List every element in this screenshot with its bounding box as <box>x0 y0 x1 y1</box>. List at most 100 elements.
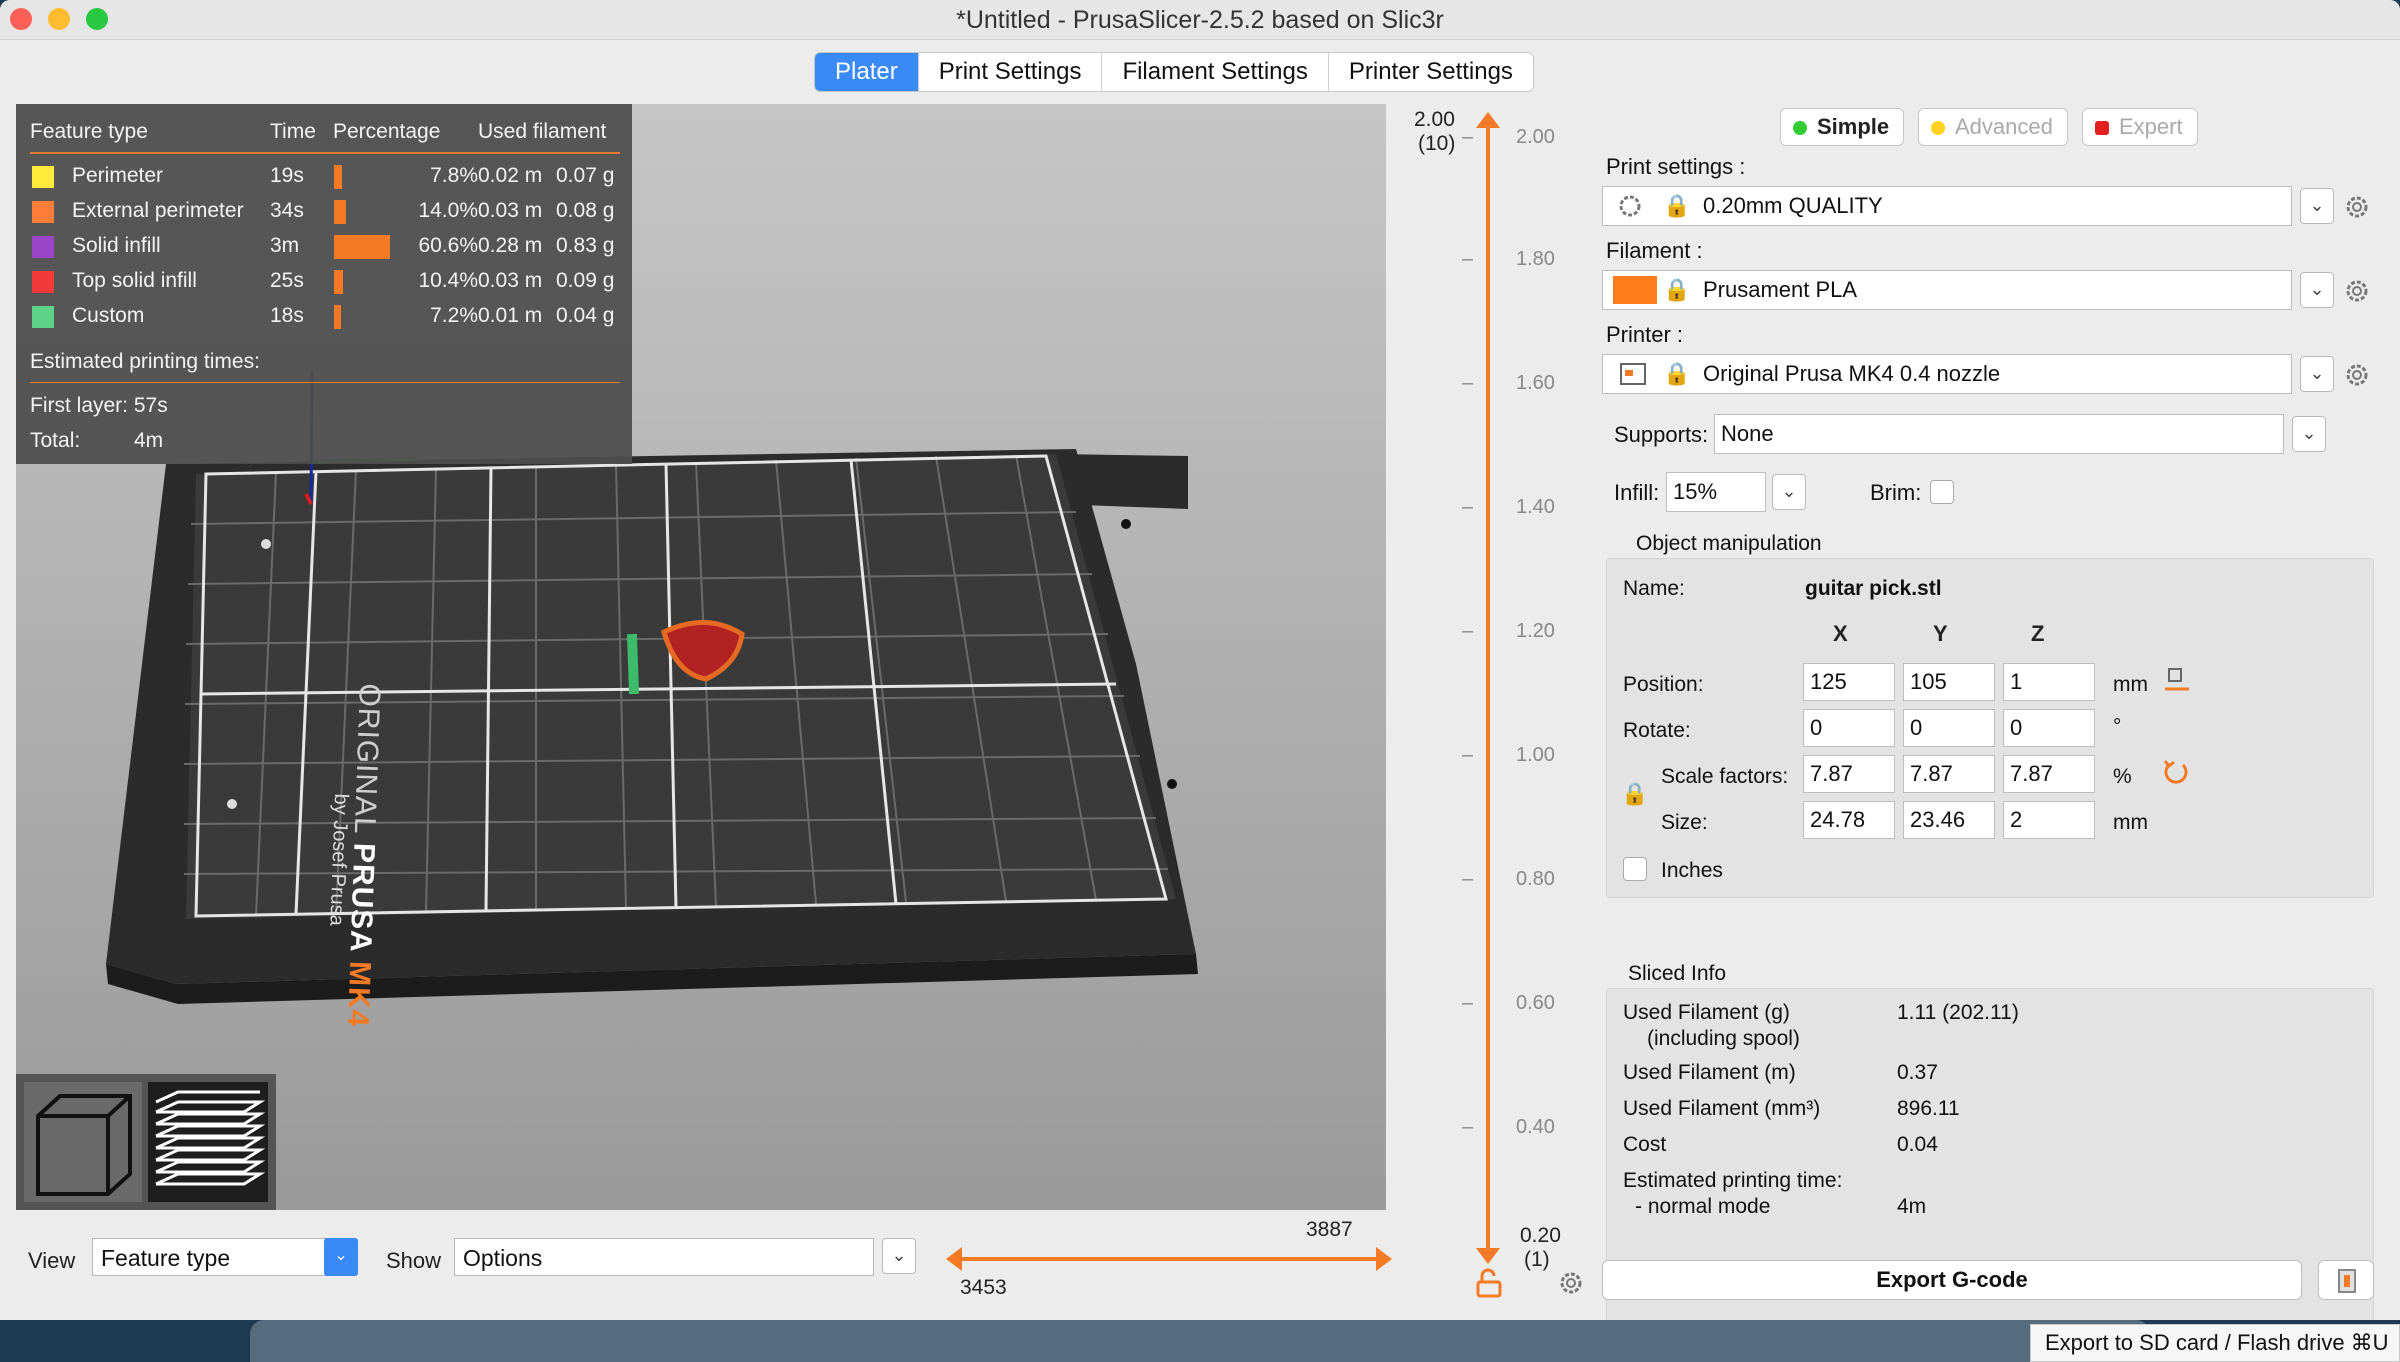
slider-bottom-handle[interactable] <box>1476 1248 1500 1264</box>
mode-advanced-label: Advanced <box>1955 114 2053 139</box>
total-time-label: Total: <box>30 429 81 452</box>
view-select[interactable]: Feature type <box>92 1238 342 1276</box>
inches-checkbox[interactable] <box>1623 857 1647 881</box>
position-z-input[interactable]: 1 <box>2003 663 2095 701</box>
tab-printer-settings[interactable]: Printer Settings <box>1327 53 1533 91</box>
drop-to-bed-icon[interactable] <box>2163 665 2191 693</box>
legend-feature-name: Custom <box>72 304 145 327</box>
export-sd-card-button[interactable] <box>2318 1260 2374 1300</box>
app-window: *Untitled - PrusaSlicer-2.5.2 based on S… <box>0 0 2400 1320</box>
legend-swatch <box>32 201 54 223</box>
filament-dropdown[interactable]: ⌄ <box>2300 272 2334 308</box>
legend-percentage-bar <box>334 200 346 224</box>
print-settings-dropdown[interactable]: ⌄ <box>2300 188 2334 224</box>
total-time-value: 4m <box>134 429 164 452</box>
slider-left-handle[interactable] <box>946 1247 962 1271</box>
brim-checkbox[interactable] <box>1930 480 1954 504</box>
estimated-times-label: Estimated printing times: <box>30 350 260 373</box>
title-bar: *Untitled - PrusaSlicer-2.5.2 based on S… <box>0 0 2400 40</box>
printer-select[interactable]: 🔒 Original Prusa MK4 0.4 nozzle <box>1602 354 2292 394</box>
layer-tick-label: 2.00 <box>1516 126 1555 148</box>
scale-lock-icon[interactable]: 🔒 <box>1621 781 1648 807</box>
gear-icon[interactable] <box>2344 362 2370 388</box>
layer-slider[interactable]: 2.00 (10) – 2.00 – 1.80 – 1.60 – 1.40 – … <box>1386 104 1596 1304</box>
scale-label: Scale factors: <box>1661 765 1789 788</box>
rotate-z-input[interactable]: 0 <box>2003 709 2095 747</box>
legend-used-g: 0.09 g <box>556 269 615 292</box>
tab-filament-settings[interactable]: Filament Settings <box>1101 53 1327 91</box>
show-options-select[interactable]: Options <box>454 1238 874 1276</box>
supports-dropdown[interactable]: ⌄ <box>2292 416 2326 452</box>
gear-icon[interactable] <box>2344 194 2370 220</box>
object-manipulation-group: Name: guitar pick.stl X Y Z Position: 12… <box>1606 558 2374 898</box>
reset-scale-icon[interactable] <box>2161 757 2191 787</box>
legend-time: 25s <box>270 269 304 292</box>
gear-icon[interactable] <box>2344 278 2370 304</box>
mode-advanced-button[interactable]: Advanced <box>1918 108 2068 146</box>
infill-dropdown[interactable]: ⌄ <box>1772 474 1806 510</box>
rotate-label: Rotate: <box>1623 719 1691 742</box>
gear-icon[interactable] <box>1558 1270 1584 1296</box>
size-x-input[interactable]: 24.78 <box>1803 801 1895 839</box>
preview-view-button[interactable] <box>148 1082 268 1202</box>
print-settings-label: Print settings : <box>1606 154 1746 179</box>
layer-tick: – <box>1462 620 1474 642</box>
legend-row: Perimeter 19s 7.8% 0.02 m 0.07 g <box>16 160 632 194</box>
rotate-x-input[interactable]: 0 <box>1803 709 1895 747</box>
estimated-time-label: Estimated printing time: <box>1623 1169 1843 1192</box>
filament-select[interactable]: 🔒 Prusament PLA <box>1602 270 2292 310</box>
legend-used-m: 0.03 m <box>478 199 543 222</box>
scale-x-input[interactable]: 7.87 <box>1803 755 1895 793</box>
layer-bottom-index: (1) <box>1524 1248 1550 1271</box>
3d-view-button[interactable] <box>24 1082 142 1202</box>
tab-print-settings[interactable]: Print Settings <box>917 53 1102 91</box>
position-y-input[interactable]: 105 <box>1903 663 1995 701</box>
slider-top-handle[interactable] <box>1476 112 1500 128</box>
used-filament-mm3-label: Used Filament (mm³) <box>1623 1097 1821 1120</box>
slider-track <box>1486 118 1490 1252</box>
mode-simple-dot <box>1793 121 1807 135</box>
unlock-icon[interactable] <box>1476 1268 1502 1298</box>
legend-header-time: Time <box>270 120 316 143</box>
scale-y-input[interactable]: 7.87 <box>1903 755 1995 793</box>
size-z-input[interactable]: 2 <box>2003 801 2095 839</box>
legend-percentage-bar <box>334 235 390 259</box>
infill-select[interactable]: 15% <box>1666 472 1766 512</box>
legend-panel: Feature type Time Percentage Used filame… <box>16 104 632 464</box>
print-settings-value: 0.20mm QUALITY <box>1703 193 1883 218</box>
used-filament-mm3-value: 896.11 <box>1897 1097 1960 1120</box>
scale-z-input[interactable]: 7.87 <box>2003 755 2095 793</box>
bed-logo-by: by Josef Prusa <box>325 793 352 927</box>
rotate-y-input[interactable]: 0 <box>1903 709 1995 747</box>
tab-plater[interactable]: Plater <box>815 53 918 91</box>
layer-tick-label: 0.40 <box>1516 1116 1555 1138</box>
print-settings-select[interactable]: 🔒 0.20mm QUALITY <box>1602 186 2292 226</box>
size-y-input[interactable]: 23.46 <box>1903 801 1995 839</box>
legend-percentage-bar <box>334 270 343 294</box>
view-toggle <box>16 1074 276 1210</box>
show-options-dropdown[interactable]: ⌄ <box>882 1238 916 1274</box>
mode-expert-button[interactable]: Expert <box>2082 108 2198 146</box>
position-x-input[interactable]: 125 <box>1803 663 1895 701</box>
export-gcode-button[interactable]: Export G-code <box>1602 1260 2302 1300</box>
legend-used-g: 0.08 g <box>556 199 615 222</box>
legend-percentage-bar <box>334 165 342 189</box>
chevron-down-icon: ⌄ <box>2301 423 2317 443</box>
layer-tick: – <box>1462 248 1474 270</box>
legend-header-percentage: Percentage <box>333 120 441 143</box>
mode-simple-button[interactable]: Simple <box>1780 108 1905 146</box>
layer-tick-label: 1.40 <box>1516 496 1555 518</box>
view-select-arrow[interactable]: ⌄ <box>324 1238 358 1276</box>
legend-feature-name: Perimeter <box>72 164 164 187</box>
legend-used-m: 0.01 m <box>478 304 543 327</box>
used-filament-g-value: 1.11 (202.11) <box>1897 1001 2019 1024</box>
axis-x-label: X <box>1833 621 1848 646</box>
chevron-down-icon: ⌄ <box>2309 363 2325 383</box>
horizontal-slider[interactable] <box>946 1244 1392 1274</box>
chevron-down-icon: ⌄ <box>1781 481 1797 501</box>
position-unit: mm <box>2113 673 2148 696</box>
supports-select[interactable]: None <box>1714 414 2284 454</box>
legend-percentage: 14.0% <box>418 199 478 222</box>
lock-icon: 🔒 <box>1663 193 1691 218</box>
printer-dropdown[interactable]: ⌄ <box>2300 356 2334 392</box>
